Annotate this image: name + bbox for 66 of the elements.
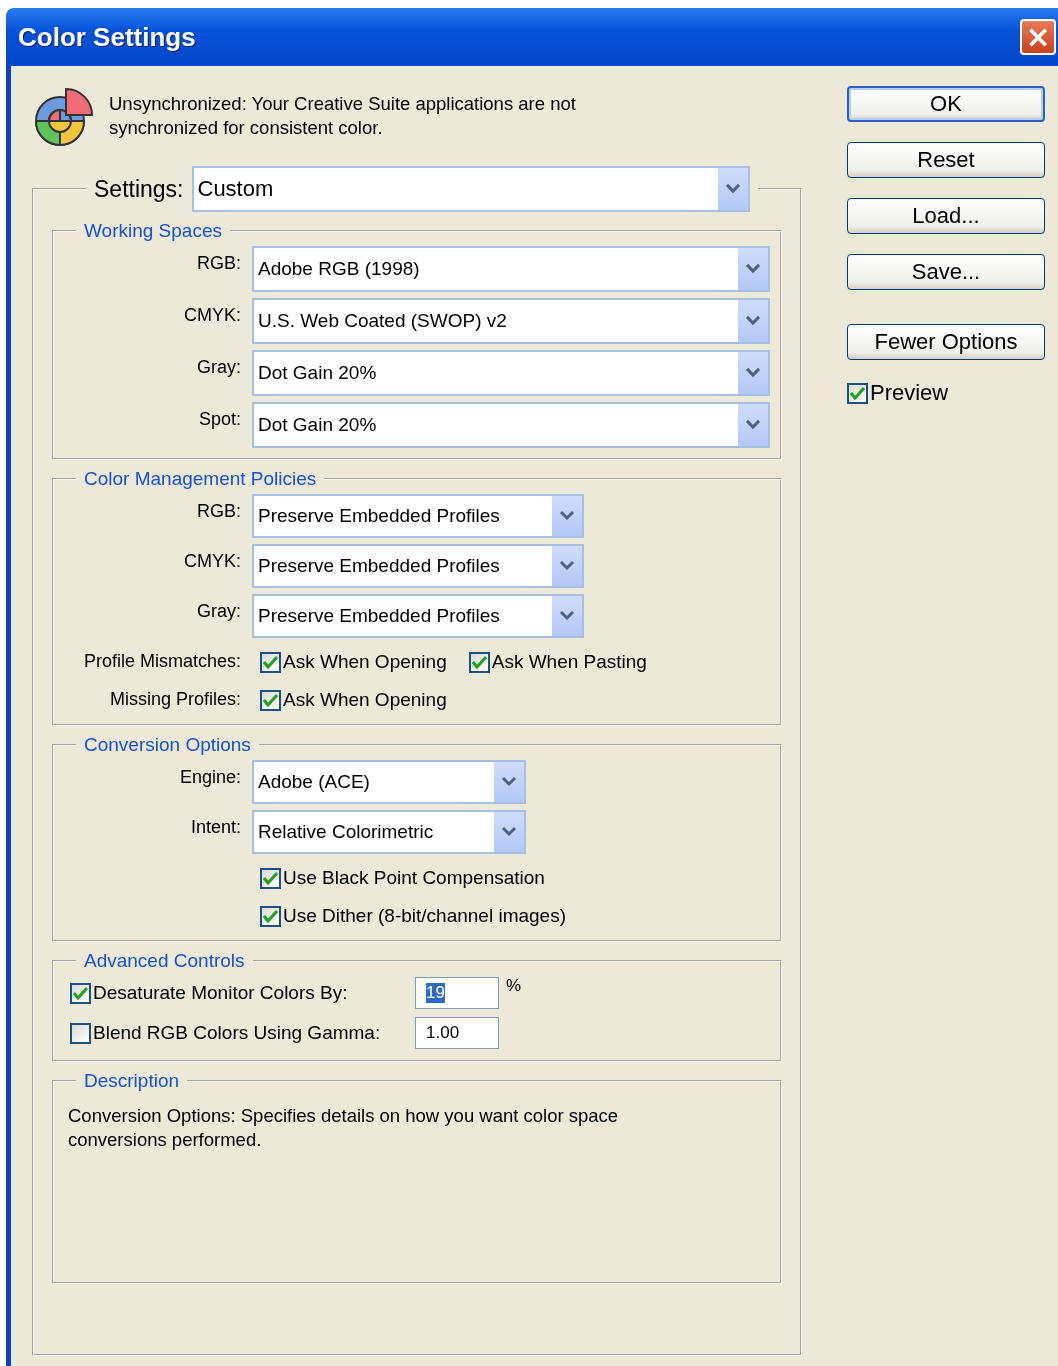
chevron-down-icon [737, 352, 768, 394]
checkbox-label: Ask When Pasting [491, 651, 647, 673]
field-label: Gray: [196, 600, 241, 622]
chevron-down-icon [493, 762, 524, 802]
dialog-button[interactable]: Fewer Options [847, 324, 1045, 360]
close-button[interactable]: × [1020, 19, 1056, 55]
dropdown[interactable]: Dot Gain 20% [252, 402, 770, 448]
description-text: Conversion Options: Specifies details on how you want color space conversions performed. [68, 1104, 620, 1152]
group-title: Working Spaces [83, 220, 223, 242]
field-label: Profile Mismatches: [82, 650, 241, 672]
unit-label: % [505, 976, 523, 996]
dialog-button[interactable]: Load... [847, 198, 1045, 234]
color-wheel-icon [33, 86, 95, 148]
window-title: Color Settings [18, 21, 196, 53]
field-label: CMYK: [183, 304, 241, 326]
checkbox-label: Preview [870, 380, 949, 406]
dropdown[interactable]: Preserve Embedded Profiles [252, 494, 584, 538]
dropdown[interactable]: Dot Gain 20% [252, 350, 770, 396]
chevron-down-icon [716, 168, 748, 210]
field-label: Engine: [178, 766, 241, 788]
field-label: Missing Profiles: [108, 688, 241, 710]
group-title: Description [83, 1070, 181, 1092]
checkbox[interactable] [70, 982, 91, 1004]
checkbox[interactable] [260, 689, 281, 711]
dropdown[interactable]: Preserve Embedded Profiles [252, 544, 584, 588]
group-title: Color Management Policies [83, 468, 318, 490]
checkbox[interactable] [70, 1022, 91, 1044]
field-label: RGB: [196, 500, 241, 522]
checkbox[interactable] [468, 651, 490, 673]
dropdown[interactable]: Relative Colorimetric [252, 810, 526, 854]
dropdown[interactable]: Custom [191, 166, 750, 212]
input-field[interactable]: 1.00 [415, 1017, 499, 1049]
checkbox[interactable] [847, 382, 868, 404]
settings-label: Settings: [94, 175, 184, 203]
checkbox-label: Use Dither (8-bit/channel images) [283, 905, 566, 927]
chevron-down-icon [737, 404, 768, 446]
dropdown[interactable]: Adobe RGB (1998) [252, 246, 770, 292]
field-label: Gray: [196, 356, 241, 378]
sync-message: Unsynchronized: Your Creative Suite applications are not synchronized for consistent color. [109, 92, 577, 140]
group-title: Conversion Options [83, 734, 252, 756]
chevron-down-icon [737, 300, 768, 342]
checkbox[interactable] [260, 867, 281, 889]
group-title: Advanced Controls [83, 950, 246, 972]
field-label: RGB: [196, 252, 241, 274]
chevron-down-icon [551, 596, 582, 636]
checkbox[interactable] [260, 651, 281, 673]
chevron-down-icon [737, 248, 768, 290]
field-label: Spot: [197, 408, 241, 430]
chevron-down-icon [493, 812, 524, 852]
checkbox-label: Desaturate Monitor Colors By: [93, 982, 348, 1004]
checkbox-label: Use Black Point Compensation [283, 867, 545, 889]
chevron-down-icon [551, 496, 582, 536]
dropdown[interactable]: Preserve Embedded Profiles [252, 594, 584, 638]
dialog-button[interactable]: OK [847, 86, 1045, 122]
checkbox-label: Ask When Opening [283, 689, 447, 711]
dialog-button[interactable]: Save... [847, 254, 1045, 290]
checkbox[interactable] [260, 905, 281, 927]
checkbox-label: Ask When Opening [283, 651, 447, 673]
dialog-button[interactable]: Reset [847, 142, 1045, 178]
dropdown[interactable]: Adobe (ACE) [252, 760, 526, 804]
input-field[interactable]: 19 [415, 977, 499, 1009]
field-label: Intent: [189, 816, 241, 838]
checkbox-label: Blend RGB Colors Using Gamma: [93, 1022, 381, 1044]
dropdown[interactable]: U.S. Web Coated (SWOP) v2 [252, 298, 770, 344]
field-label: CMYK: [183, 550, 241, 572]
chevron-down-icon [551, 546, 582, 586]
